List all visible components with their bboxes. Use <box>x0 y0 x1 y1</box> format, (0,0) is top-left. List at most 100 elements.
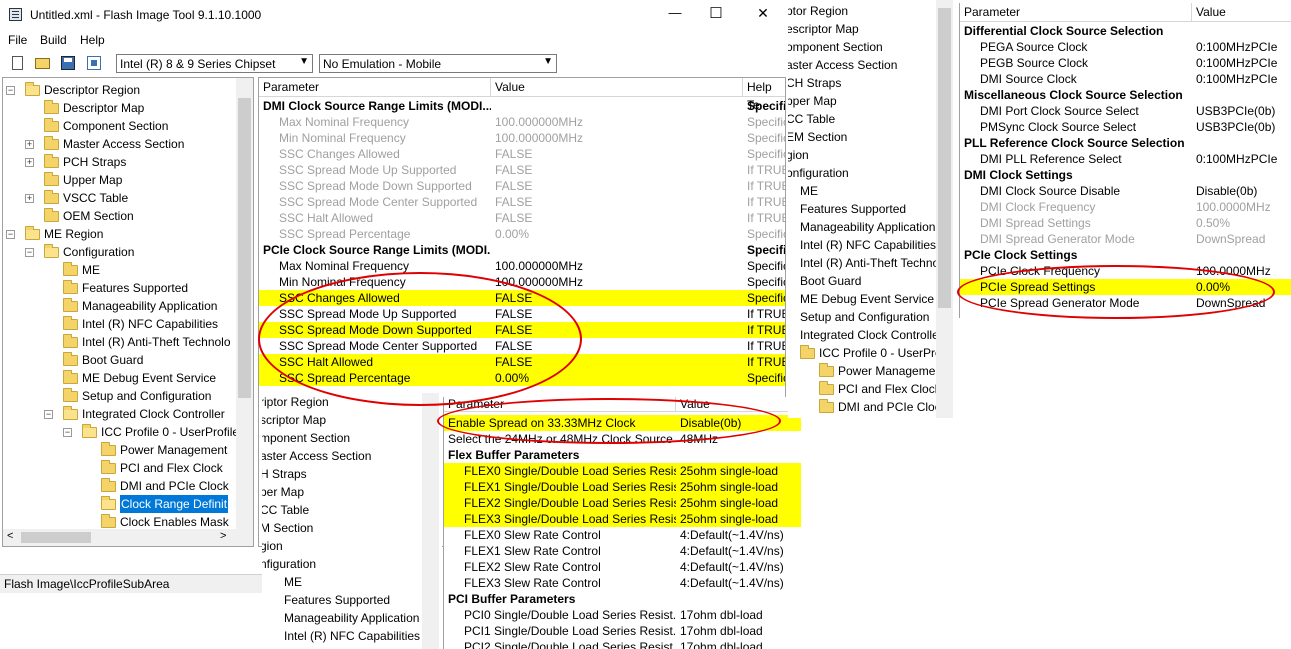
value-cell[interactable]: 17ohm dbl-load <box>680 607 801 623</box>
tree-item-intel-r-anti-theft-technolo[interactable]: Intel (R) Anti-Theft Technolo <box>3 333 239 351</box>
emulation-select[interactable]: No Emulation - Mobile ▼ <box>319 54 557 73</box>
table-row[interactable]: PCIe Spread Generator Mode DownSpread <box>960 295 1291 311</box>
tree-item-intel-r-nfc-capabilities[interactable]: Intel (R) NFC Capabilities <box>3 315 239 333</box>
chevron-left-icon[interactable]: < <box>7 530 13 542</box>
value-cell[interactable]: FALSE <box>495 210 743 226</box>
tree-item-component-section[interactable]: Component Section <box>3 117 239 135</box>
value-cell[interactable]: FALSE <box>495 354 743 370</box>
value-cell[interactable]: 100.000000MHz <box>495 130 743 146</box>
tree-item-me-debug-event-service[interactable]: ME Debug Event Service <box>788 290 936 308</box>
value-cell[interactable]: 48MHz <box>680 431 801 447</box>
tree-item-master-access-section[interactable]: + Master Access Section <box>3 135 239 153</box>
table-row[interactable]: FLEX2 Single/Double Load Series Resis...… <box>444 495 801 511</box>
table-row[interactable]: Min Nominal Frequency 100.000000MHz Specif… <box>259 274 785 290</box>
value-cell[interactable]: 0:100MHzPCIe <box>1196 39 1291 55</box>
tree-item-aster-access-section[interactable]: aster Access Section <box>262 447 442 465</box>
table-row[interactable]: DMI Spread Generator Mode DownSpread <box>960 231 1291 247</box>
table-row[interactable]: SSC Halt Allowed FALSE If TRUE <box>259 354 785 370</box>
tree-item-omponent-section[interactable]: omponent Section <box>788 38 936 56</box>
tree-item-pci-and-flex-clock[interactable]: PCI and Flex Clock <box>3 459 239 477</box>
tree-item-nfiguration[interactable]: nfiguration <box>262 555 442 573</box>
tree-item-boot-guard[interactable]: Boot Guard <box>788 272 936 290</box>
table-row[interactable]: PCIe Spread Settings 0.00% <box>960 279 1291 295</box>
tree-item-intel-r-anti-theft-techno[interactable]: Intel (R) Anti-Theft Techno <box>788 254 936 272</box>
table-row[interactable]: FLEX3 Slew Rate Control 4:Default(~1.4V/n… <box>444 575 801 591</box>
table-row[interactable]: DMI Spread Settings 0.50% <box>960 215 1291 231</box>
table-row[interactable]: PCI2 Single/Double Load Series Resist...… <box>444 639 801 649</box>
tree-item-setup-and-configuration[interactable]: Setup and Configuration <box>3 387 239 405</box>
table-row[interactable]: Enable Spread on 33.33MHz Clock Disable(0… <box>444 415 801 431</box>
table-row[interactable]: PMSync Clock Source Select USB3PCIe(0b) <box>960 119 1291 135</box>
header-parameter[interactable]: Parameter <box>960 3 1192 21</box>
value-cell[interactable]: 0.00% <box>495 370 743 386</box>
tree-item-aster-access-section[interactable]: aster Access Section <box>788 56 936 74</box>
table-row[interactable]: SSC Spread Mode Up Supported FALSE If TRUE <box>259 162 785 178</box>
value-cell[interactable]: 0.00% <box>495 226 743 242</box>
table-row[interactable]: SSC Halt Allowed FALSE If TRUE <box>259 210 785 226</box>
collapse-icon[interactable]: − <box>6 230 15 239</box>
table-row[interactable]: PEGB Source Clock 0:100MHzPCIe <box>960 55 1291 71</box>
tree-item-riptor-region[interactable]: riptor Region <box>262 393 442 411</box>
menu-help[interactable]: Help <box>80 33 105 47</box>
table-row[interactable]: PEGA Source Clock 0:100MHzPCIe <box>960 39 1291 55</box>
tree-item-ch-straps[interactable]: CH Straps <box>788 74 936 92</box>
tree-item-boot-guard[interactable]: Boot Guard <box>3 351 239 369</box>
tree-item-clock-range-definit[interactable]: Clock Range Definit <box>3 495 239 513</box>
tree-scroll-thumb[interactable] <box>238 98 251 398</box>
tree-item-scriptor-map[interactable]: scriptor Map <box>262 411 442 429</box>
table-row[interactable]: DMI PLL Reference Select 0:100MHzPCIe <box>960 151 1291 167</box>
value-cell[interactable]: 100.0000MHz <box>1196 263 1291 279</box>
tree-item-dmi-and-pcie-clock[interactable]: DMI and PCIe Clock <box>3 477 239 495</box>
table-row[interactable]: PCI0 Single/Double Load Series Resist...… <box>444 607 801 623</box>
header-help[interactable]: Help Te <box>743 78 785 112</box>
table-row[interactable]: FLEX1 Single/Double Load Series Resis...… <box>444 479 801 495</box>
table-row[interactable]: SSC Spread Mode Down Supported FALSE If TR… <box>259 178 785 194</box>
tree-item-descriptor-map[interactable]: Descriptor Map <box>3 99 239 117</box>
save-icon[interactable] <box>61 56 75 70</box>
table-row[interactable]: DMI Source Clock 0:100MHzPCIe <box>960 71 1291 87</box>
tree-horizontal-scrollbar[interactable]: < > <box>3 529 253 546</box>
tree-item-intel-r-nfc-capabilities[interactable]: Intel (R) NFC Capabilities <box>262 627 442 645</box>
header-parameter[interactable]: Parameter <box>259 78 491 96</box>
table-row[interactable]: SSC Spread Percentage 0.00% Specific <box>259 226 785 242</box>
table-row[interactable]: FLEX3 Single/Double Load Series Resis...… <box>444 511 801 527</box>
value-cell[interactable]: 100.000000MHz <box>495 274 743 290</box>
value-cell[interactable]: 17ohm dbl-load <box>680 639 801 649</box>
tree-item-integrated-clock-controlle[interactable]: Integrated Clock Controlle <box>788 326 936 344</box>
table-row[interactable]: Max Nominal Frequency 100.000000MHz Specif… <box>259 258 785 274</box>
table-row[interactable]: FLEX1 Slew Rate Control 4:Default(~1.4V/n… <box>444 543 801 559</box>
value-cell[interactable]: 0:100MHzPCIe <box>1196 55 1291 71</box>
table-row[interactable]: SSC Spread Mode Up Supported FALSE If TRUE <box>259 306 785 322</box>
collapse-icon[interactable]: − <box>63 428 72 437</box>
tree-item-gion[interactable]: gion <box>262 537 442 555</box>
value-cell[interactable]: 25ohm single-load <box>680 495 801 511</box>
tree-item-manageability-application[interactable]: Manageability Application <box>3 297 239 315</box>
value-cell[interactable]: 4:Default(~1.4V/ns) <box>680 543 801 559</box>
expand-icon[interactable]: + <box>25 194 34 203</box>
tree-item-per-map[interactable]: per Map <box>262 483 442 501</box>
value-cell[interactable]: FALSE <box>495 306 743 322</box>
value-cell[interactable]: 0:100MHzPCIe <box>1196 71 1291 87</box>
tree-item-onfiguration[interactable]: onfiguration <box>788 164 936 182</box>
tree-item-icc-profile-0-userprofi[interactable]: ICC Profile 0 - UserProfi <box>788 344 936 362</box>
table-row[interactable]: FLEX0 Slew Rate Control 4:Default(~1.4V/n… <box>444 527 801 543</box>
tree-item-m-section[interactable]: M Section <box>262 519 442 537</box>
tree-item-features-supported[interactable]: Features Supported <box>3 279 239 297</box>
table-row[interactable]: SSC Changes Allowed FALSE Specific <box>259 146 785 162</box>
tree-item-configuration[interactable]: − Configuration <box>3 243 239 261</box>
tree-item-pch-straps[interactable]: + PCH Straps <box>3 153 239 171</box>
tree-item-dmi-and-pcie-cloc[interactable]: DMI and PCIe Cloc <box>788 398 936 416</box>
value-cell[interactable]: USB3PCIe(0b) <box>1196 103 1291 119</box>
chevron-right-icon[interactable]: > <box>220 530 226 542</box>
value-cell[interactable]: DownSpread <box>1196 231 1291 247</box>
value-cell[interactable]: FALSE <box>495 338 743 354</box>
tree-item-escriptor-map[interactable]: escriptor Map <box>788 20 936 38</box>
table-row[interactable]: DMI Port Clock Source Select USB3PCIe(0b) <box>960 103 1291 119</box>
collapse-icon[interactable]: − <box>44 410 53 419</box>
minimize-button[interactable]: — <box>660 5 690 20</box>
value-cell[interactable]: 0.00% <box>1196 279 1291 295</box>
collapse-icon[interactable]: − <box>25 248 34 257</box>
tree-item-ptor-region[interactable]: ptor Region <box>788 2 936 20</box>
value-cell[interactable]: Disable(0b) <box>1196 183 1291 199</box>
value-cell[interactable]: 0.50% <box>1196 215 1291 231</box>
